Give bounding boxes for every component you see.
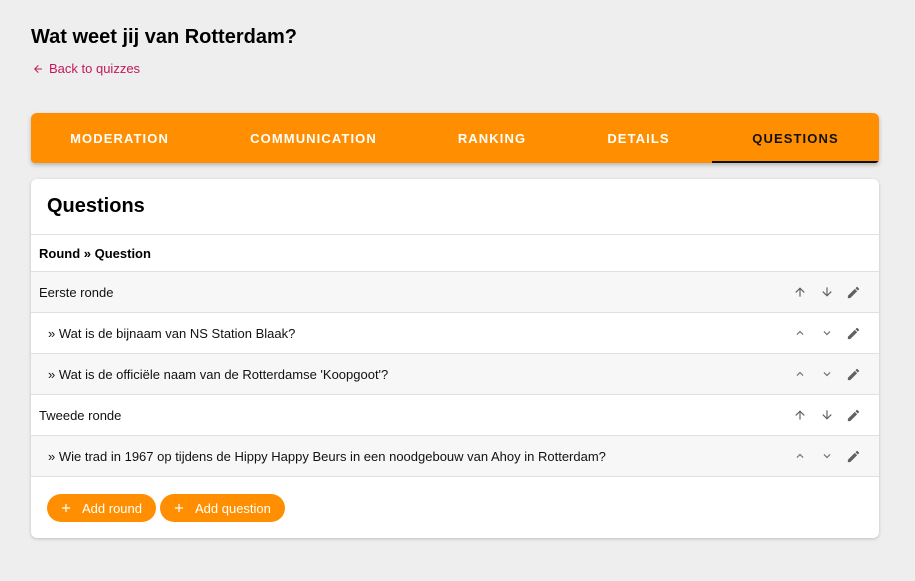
- question-label: » Wat is de bijnaam van NS Station Blaak…: [48, 325, 296, 341]
- round-row: Tweede ronde: [31, 395, 879, 436]
- back-link-label: Back to quizzes: [49, 61, 141, 76]
- edit-button[interactable]: [840, 320, 867, 347]
- move-up-button[interactable]: [786, 443, 813, 470]
- add-round-button[interactable]: Add round: [47, 494, 156, 522]
- move-up-button[interactable]: [786, 361, 813, 388]
- move-up-button[interactable]: [786, 279, 813, 306]
- arrow-down-icon: [821, 410, 832, 420]
- chevron-down-icon: [823, 454, 830, 459]
- page-title: Wat weet jij van Rotterdam?: [31, 26, 297, 48]
- plus-icon: [61, 503, 71, 513]
- back-to-quizzes-link[interactable]: Back to quizzes: [32, 61, 140, 76]
- chevron-down-icon: [823, 331, 830, 336]
- tab-moderation[interactable]: MODERATION: [31, 113, 208, 163]
- round-row: Eerste ronde: [31, 272, 879, 313]
- edit-button[interactable]: [840, 443, 867, 470]
- pencil-icon: [847, 450, 860, 462]
- move-down-button[interactable]: [813, 279, 840, 306]
- arrow-down-icon: [821, 287, 832, 297]
- add-question-label: Add question: [195, 500, 271, 516]
- tab-bar: MODERATION COMMUNICATION RANKING DETAILS…: [31, 113, 879, 163]
- arrow-left-icon: [34, 64, 42, 73]
- edit-button[interactable]: [840, 402, 867, 429]
- tab-details[interactable]: DETAILS: [565, 113, 712, 163]
- tab-communication[interactable]: COMMUNICATION: [208, 113, 419, 163]
- question-label: » Wat is de officiële naam van de Rotter…: [48, 366, 389, 382]
- plus-icon: [174, 503, 184, 513]
- add-round-label: Add round: [82, 500, 142, 516]
- question-label: » Wie trad in 1967 op tijdens de Hippy H…: [48, 448, 606, 464]
- chevron-down-icon: [823, 372, 830, 377]
- chevron-up-icon: [796, 330, 803, 335]
- tab-questions[interactable]: QUESTIONS: [712, 113, 879, 163]
- pencil-icon: [847, 286, 860, 298]
- move-down-button[interactable]: [813, 320, 840, 347]
- move-up-button[interactable]: [786, 402, 813, 429]
- questions-title: Questions: [31, 179, 879, 235]
- chevron-up-icon: [796, 453, 803, 458]
- move-down-button[interactable]: [813, 361, 840, 388]
- column-header: Round » Question: [31, 235, 879, 272]
- pencil-icon: [847, 327, 860, 339]
- pencil-icon: [847, 368, 860, 380]
- chevron-up-icon: [796, 371, 803, 376]
- add-question-button[interactable]: Add question: [160, 494, 285, 522]
- tab-ranking[interactable]: RANKING: [419, 113, 565, 163]
- pencil-icon: [847, 409, 860, 421]
- edit-button[interactable]: [840, 361, 867, 388]
- arrow-up-icon: [794, 410, 805, 420]
- question-row: » Wat is de bijnaam van NS Station Blaak…: [31, 313, 879, 354]
- questions-card: Questions Round » Question Eerste ronde …: [31, 179, 879, 538]
- round-label: Eerste ronde: [39, 284, 114, 300]
- move-down-button[interactable]: [813, 443, 840, 470]
- move-up-button[interactable]: [786, 320, 813, 347]
- question-row: » Wie trad in 1967 op tijdens de Hippy H…: [31, 436, 879, 477]
- edit-button[interactable]: [840, 279, 867, 306]
- arrow-up-icon: [794, 287, 805, 297]
- round-label: Tweede ronde: [39, 407, 122, 423]
- question-row: » Wat is de officiële naam van de Rotter…: [31, 354, 879, 395]
- move-down-button[interactable]: [813, 402, 840, 429]
